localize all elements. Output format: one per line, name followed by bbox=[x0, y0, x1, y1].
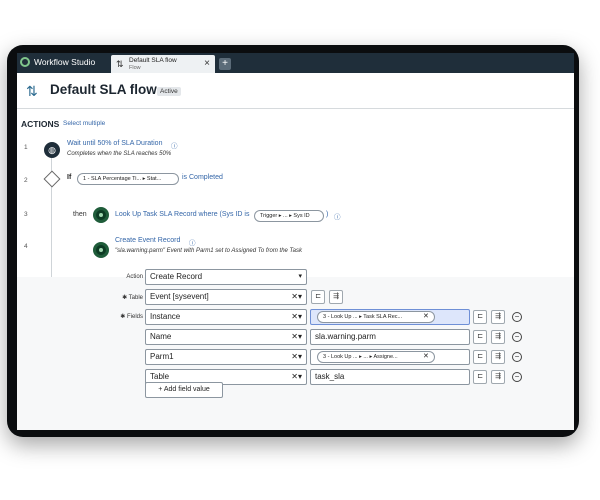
remove-field-icon[interactable]: − bbox=[512, 332, 522, 342]
condition-pill[interactable]: 1 - SLA Percentage Ti... ▸ Stat... bbox=[77, 173, 179, 185]
condition-text[interactable]: is Completed bbox=[182, 174, 223, 181]
field-name-value: Table bbox=[150, 372, 170, 381]
tab-subtitle: Flow bbox=[129, 65, 141, 71]
select-multiple-link[interactable]: Select multiple bbox=[63, 120, 105, 127]
table-label: ✱ Table bbox=[122, 295, 143, 301]
script-toggle-button[interactable]: ⇶ bbox=[491, 310, 505, 324]
action-select-value: Create Record bbox=[150, 272, 203, 281]
info-icon[interactable]: ⓘ bbox=[334, 211, 341, 221]
script-toggle-button[interactable]: ⇶ bbox=[491, 330, 505, 344]
app-title[interactable]: Workflow Studio bbox=[20, 57, 95, 67]
step-number-1: 1 bbox=[24, 144, 28, 151]
tab-default-sla-flow[interactable]: ⇅ Default SLA flow Flow × bbox=[111, 55, 215, 73]
page-title: Default SLA flow bbox=[50, 82, 157, 97]
step-1-title[interactable]: Wait until 50% of SLA Duration bbox=[67, 140, 162, 147]
data-pill-picker-button[interactable]: ⊏ bbox=[473, 370, 487, 384]
flow-icon: ⇅ bbox=[26, 83, 38, 99]
clear-dropdown-icon[interactable]: ✕▾ bbox=[291, 310, 302, 324]
step-3-title[interactable]: Look Up Task SLA Record where (Sys ID is bbox=[115, 211, 249, 218]
field-value-input[interactable]: 3 - Look Up ... ▸ ... ▸ Assigne... ✕ bbox=[310, 349, 470, 365]
status-badge: Active bbox=[157, 87, 181, 96]
data-pill-picker-button[interactable]: ⊏ bbox=[311, 290, 325, 304]
field-name-value: Instance bbox=[150, 312, 181, 321]
clear-dropdown-icon[interactable]: ✕▾ bbox=[291, 330, 302, 344]
app-screen: Workflow Studio ⇅ Default SLA flow Flow … bbox=[17, 53, 574, 430]
clear-dropdown-icon[interactable]: ✕▾ bbox=[291, 370, 302, 384]
field-name-value: Parm1 bbox=[150, 352, 174, 361]
action-select[interactable]: Create Record ▾ bbox=[145, 269, 307, 285]
then-label: then bbox=[73, 211, 87, 218]
if-label: If bbox=[67, 174, 72, 181]
action-step-icon bbox=[93, 242, 109, 258]
step-4-description: "sla.warning.parm" Event with Parm1 set … bbox=[115, 248, 303, 254]
top-tab-bar: Workflow Studio ⇅ Default SLA flow Flow … bbox=[17, 53, 574, 73]
clear-dropdown-icon[interactable]: ✕▾ bbox=[291, 290, 302, 304]
step-number-4: 4 bbox=[24, 243, 28, 250]
field-name-select[interactable]: Instance ✕▾ bbox=[145, 309, 307, 325]
device-frame: Workflow Studio ⇅ Default SLA flow Flow … bbox=[7, 45, 579, 437]
remove-field-icon[interactable]: − bbox=[512, 372, 522, 382]
info-icon[interactable]: ⓘ bbox=[171, 140, 178, 150]
add-field-value-button[interactable]: + Add field value bbox=[145, 382, 223, 398]
flow-header: ⇅ Default SLA flow Active bbox=[17, 73, 574, 109]
field-value-input[interactable]: sla.warning.parm bbox=[310, 329, 470, 345]
table-select[interactable]: Event [sysevent] ✕▾ bbox=[145, 289, 307, 305]
step-1-description: Completes when the SLA reaches 50% bbox=[67, 151, 172, 157]
script-toggle-button[interactable]: ⇶ bbox=[491, 370, 505, 384]
action-label: Action bbox=[126, 274, 143, 280]
step-3-suffix: ) bbox=[326, 211, 329, 218]
close-icon[interactable]: × bbox=[204, 58, 210, 69]
step-number-2: 2 bbox=[24, 177, 28, 184]
workflow-studio-logo-icon bbox=[20, 57, 30, 67]
pill-remove-icon[interactable]: ✕ bbox=[423, 310, 429, 324]
field-name-select[interactable]: Parm1 ✕▾ bbox=[145, 349, 307, 365]
script-toggle-button[interactable]: ⇶ bbox=[329, 290, 343, 304]
field-value-text: sla.warning.parm bbox=[315, 332, 376, 341]
app-title-label: Workflow Studio bbox=[34, 57, 96, 67]
globe-icon: ◍ bbox=[44, 142, 60, 158]
data-pill[interactable]: 3 - Look Up ... ▸ ... ▸ Assigne... bbox=[317, 351, 435, 363]
actions-heading: ACTIONS bbox=[21, 119, 60, 129]
table-select-value: Event [sysevent] bbox=[150, 292, 209, 301]
field-value-input[interactable]: task_sla bbox=[310, 369, 470, 385]
fields-label: ✱ Fields bbox=[120, 314, 143, 320]
add-tab-button[interactable]: + bbox=[219, 58, 231, 70]
tab-title: Default SLA flow bbox=[129, 57, 177, 64]
action-step-icon bbox=[93, 207, 109, 223]
script-toggle-button[interactable]: ⇶ bbox=[491, 350, 505, 364]
step-4-title[interactable]: Create Event Record bbox=[115, 237, 180, 244]
flow-tab-icon: ⇅ bbox=[116, 59, 124, 69]
data-pill-picker-button[interactable]: ⊏ bbox=[473, 350, 487, 364]
data-pill-picker-button[interactable]: ⊏ bbox=[473, 330, 487, 344]
chevron-down-icon: ▾ bbox=[298, 273, 302, 280]
field-name-value: Name bbox=[150, 332, 172, 341]
field-value-text: task_sla bbox=[315, 372, 345, 381]
clear-dropdown-icon[interactable]: ✕▾ bbox=[291, 350, 302, 364]
pill-remove-icon[interactable]: ✕ bbox=[423, 350, 429, 364]
remove-field-icon[interactable]: − bbox=[512, 312, 522, 322]
remove-field-icon[interactable]: − bbox=[512, 352, 522, 362]
data-pill-picker-button[interactable]: ⊏ bbox=[473, 310, 487, 324]
field-value-input[interactable]: 3 - Look Up ... ▸ Task SLA Rec... ✕ bbox=[310, 309, 470, 325]
field-name-select[interactable]: Name ✕▾ bbox=[145, 329, 307, 345]
decision-diamond-icon bbox=[43, 170, 61, 188]
info-icon[interactable]: ⓘ bbox=[189, 237, 196, 247]
data-pill[interactable]: 3 - Look Up ... ▸ Task SLA Rec... bbox=[317, 311, 435, 323]
sys-id-pill[interactable]: Trigger ▸ ... ▸ Sys ID bbox=[254, 210, 324, 222]
step-number-3: 3 bbox=[24, 211, 28, 218]
